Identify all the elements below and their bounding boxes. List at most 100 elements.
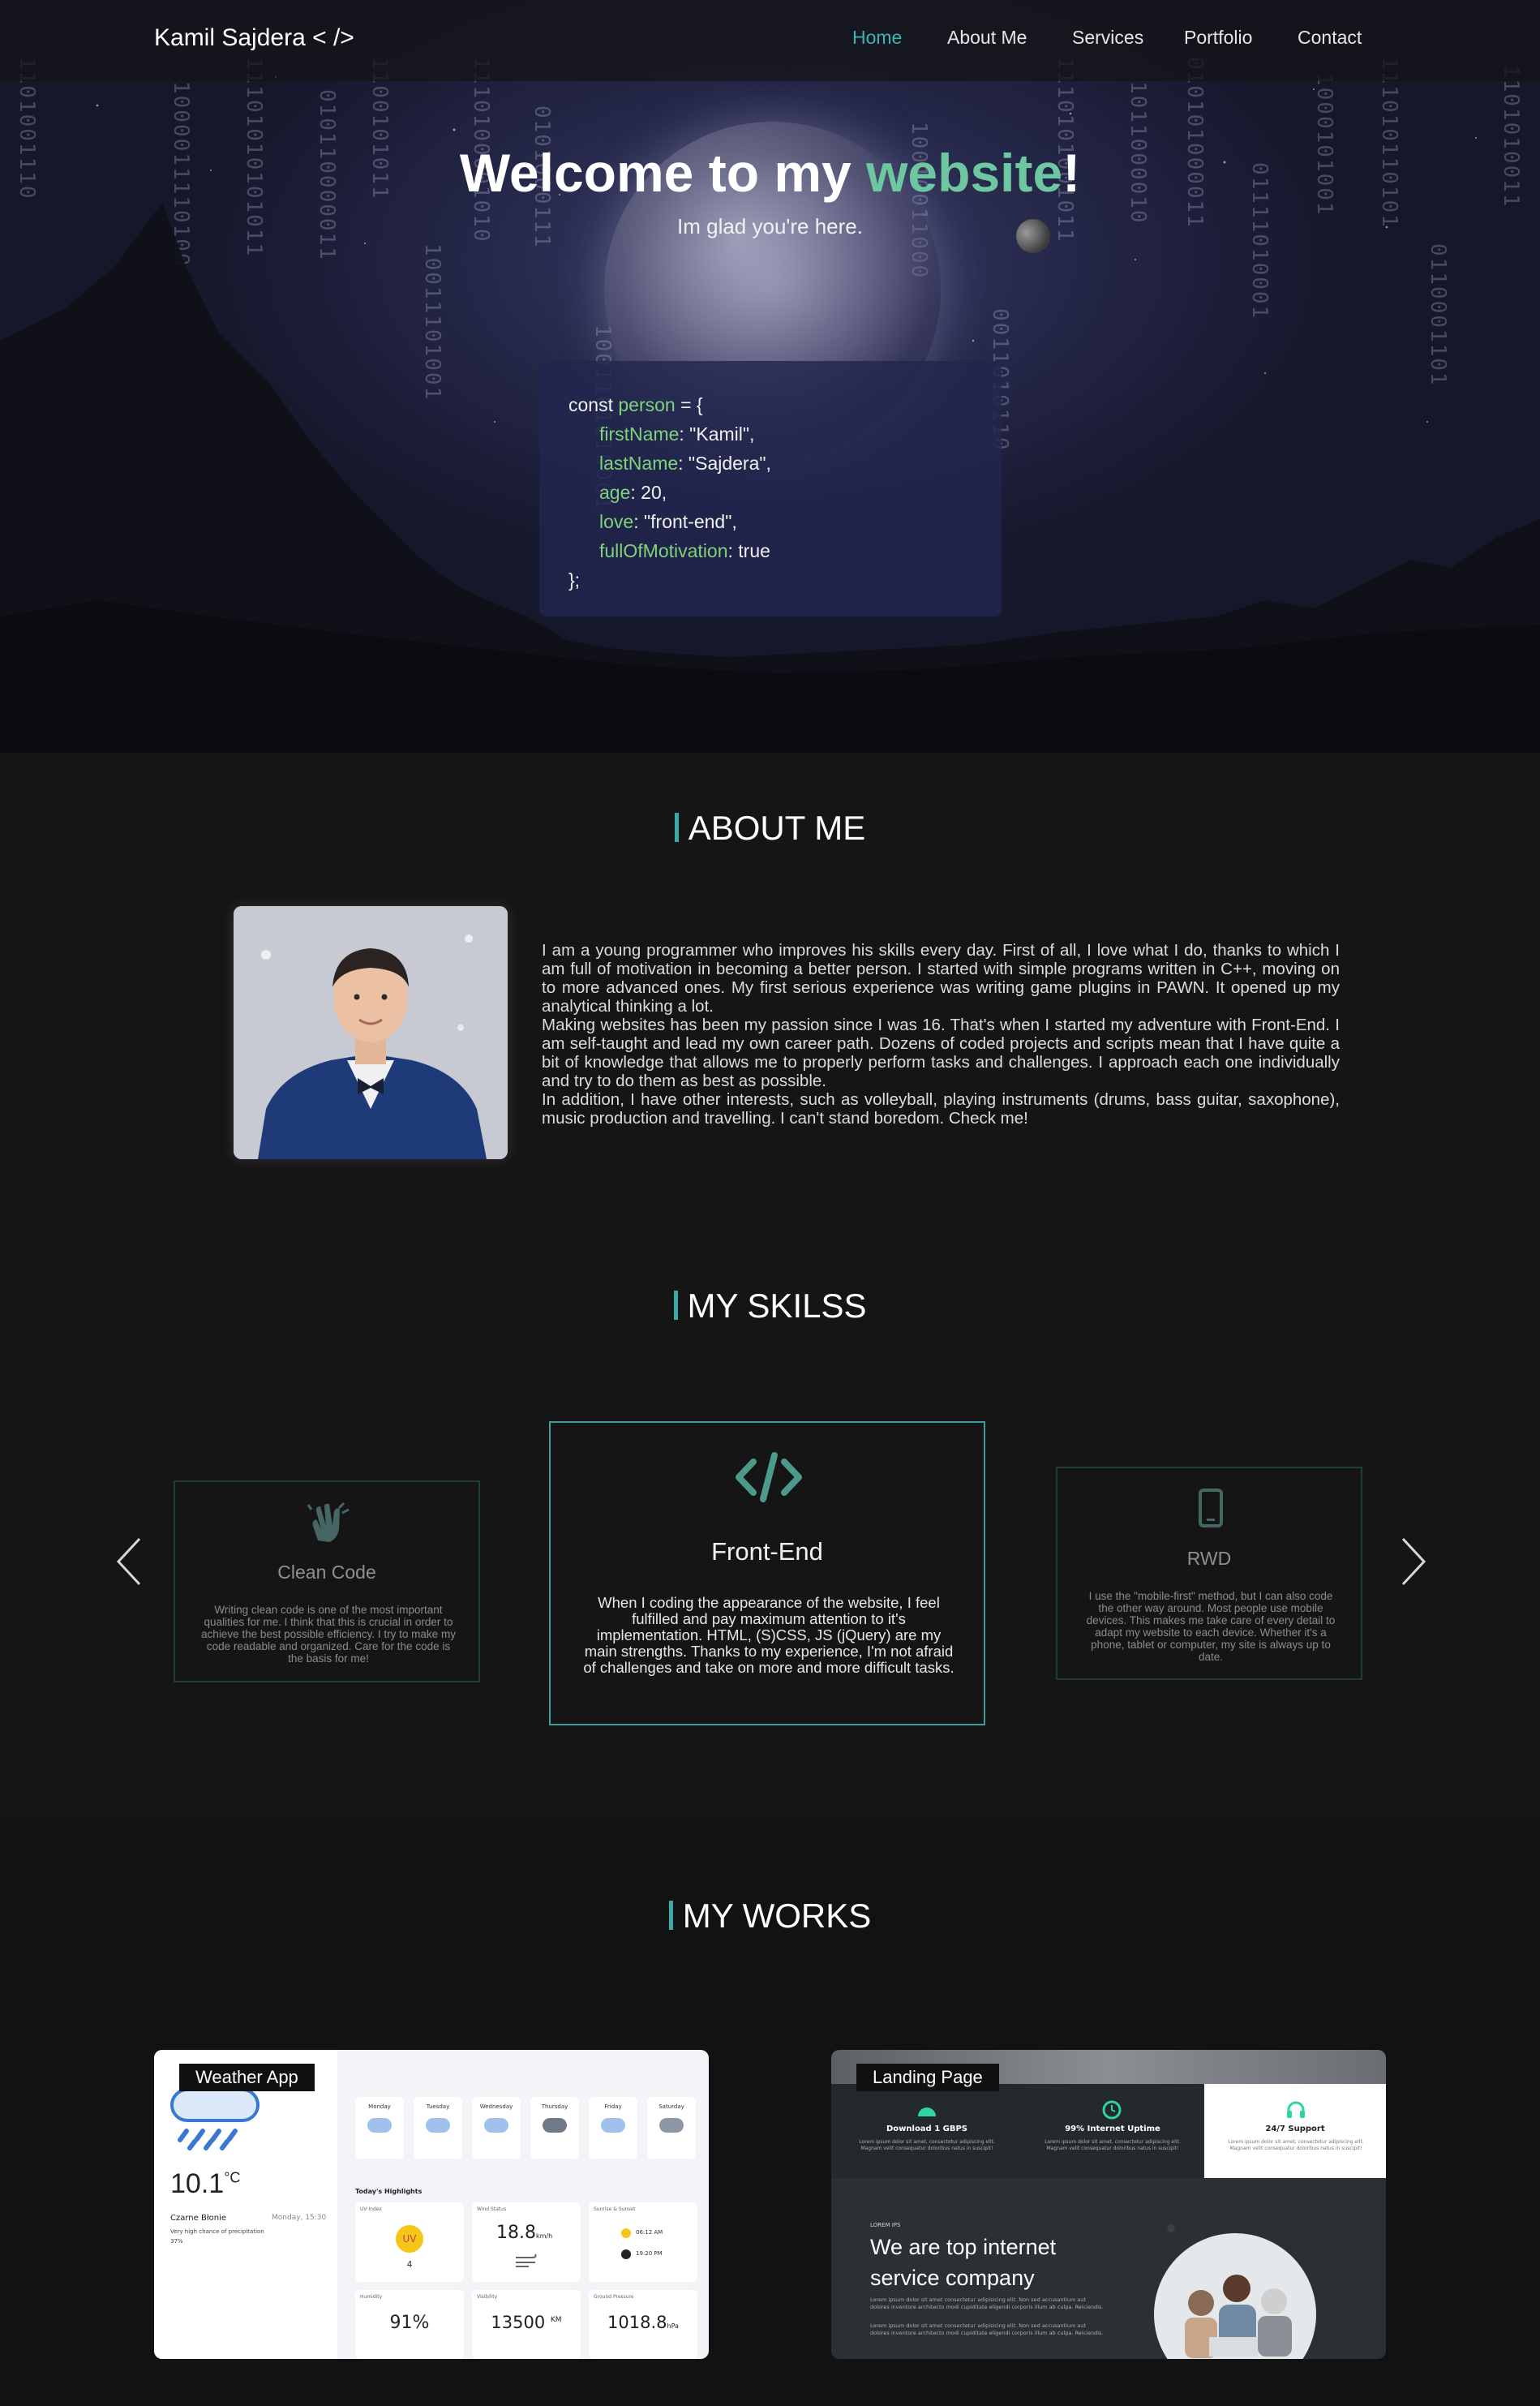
cloud-icon [367,2118,392,2133]
work-card-weather-app[interactable]: 10.1°C Czarne Błonie Monday, 15:30 Very … [154,2050,709,2359]
weather-day-card: Monday [355,2097,404,2159]
visibility-value: 13500 KM [472,2313,581,2332]
landing-headline: We are top internet service company [870,2232,1056,2293]
weather-rain-pct: 37% [170,2238,183,2245]
highlight-label: Sunrise & Sunset [594,2206,636,2212]
team-photo [1154,2233,1316,2359]
landing-body: Lorem ipsum dolor sit amet consectetur a… [870,2322,1104,2336]
code-prop-value: : "Kamil", [679,423,755,445]
landing-feature-title: 99% Internet Uptime [1065,2125,1160,2133]
headset-icon [1287,2101,1305,2118]
weather-humidity-card: Humidity 91% [355,2290,464,2359]
code-prop-key: firstName [599,423,680,445]
weather-city: Czarne Błonie [170,2214,227,2223]
hero-subtitle: Im glad you're here. [677,214,863,238]
nav-about-me[interactable]: About Me [947,27,1027,49]
clapping-hands-icon [307,1502,350,1542]
code-prop-value: : "Sajdera", [678,453,771,474]
code-keyword: const [568,394,619,415]
rain-cloud-icon [170,2088,260,2150]
nav-portfolio[interactable]: Portfolio [1184,27,1252,49]
visibility-number: 13500 [491,2313,546,2332]
cloud-icon [426,2118,450,2133]
pressure-number: 1018.8 [607,2313,667,2332]
about-title-text: ABOUT ME [688,809,866,847]
title-accent-bar [673,1291,678,1320]
landing-eyebrow: LOREM IPS [870,2222,901,2228]
visibility-unit: KM [550,2316,562,2324]
code-prop-line: age: 20, [568,478,972,507]
hero-title-suffix: ! [1062,143,1081,203]
skill-card-clean-code[interactable]: Clean Code Writing clean code is one of … [174,1480,480,1682]
navbar: Kamil Sajdera < /> Home About Me Service… [0,0,1540,81]
code-prop-key: love [599,511,634,532]
landing-feature-title: 24/7 Support [1265,2125,1325,2133]
weather-day-label: Friday [604,2103,622,2110]
carousel-next-arrow-icon[interactable] [1396,1537,1429,1586]
nav-services[interactable]: Services [1072,27,1143,49]
pressure-unit: hPa [667,2322,679,2330]
code-prop-value: : 20, [630,482,667,503]
about-text: I am a young programmer who improves his… [542,941,1340,1128]
skill-title: Clean Code [277,1562,376,1583]
title-accent-bar [668,1901,673,1930]
sunset-time: 19:20 PM [636,2250,663,2257]
about-paragraph: In addition, I have other interests, suc… [542,1090,1340,1128]
landing-feature-text: Lorem ipsum dolor sit amet, consectetur … [1228,2139,1364,2151]
highlight-label: Ground Pressure [594,2294,634,2300]
highlight-label: UV Index [360,2206,382,2212]
hero-title-prefix: Welcome to my [459,143,867,203]
works-title: MY WORKS [0,1897,1540,1936]
weather-day-card: Saturday [647,2097,696,2159]
weather-day-card: Wednesday [472,2097,521,2159]
work-label[interactable]: Landing Page [856,2064,999,2091]
weather-week: Monday Tuesday Wednesday Thursday Friday… [355,2097,696,2159]
decorative-dot [1167,2224,1175,2232]
weather-visibility-card: Visibility 13500 KM [472,2290,581,2359]
weather-day-card: Thursday [530,2097,579,2159]
work-label[interactable]: Weather App [179,2064,315,2091]
skill-desc: Writing clean code is one of the most im… [201,1604,456,1665]
code-prop-value: : "front-end", [633,511,737,532]
about-paragraph: I am a young programmer who improves his… [542,941,1340,1016]
weather-wind-card: Wind Status 18.8km/h [472,2202,581,2282]
weather-day-label: Thursday [541,2103,568,2110]
landing-headline-line: service company [870,2266,1035,2290]
brand-logo[interactable]: Kamil Sajdera < /> [154,24,354,52]
carousel-prev-arrow-icon[interactable] [114,1537,146,1586]
weather-rain-note: Very high chance of precipitation [170,2228,264,2235]
profile-photo-graphic [234,906,508,1159]
code-operator: = { [675,394,703,415]
nav-contact[interactable]: Contact [1298,27,1362,49]
clock-icon [1102,2100,1122,2120]
humidity-value: 91% [389,2313,430,2333]
storm-cloud-icon [543,2118,567,2133]
landing-feature-title: Download 1 GBPS [886,2125,967,2133]
cloud-icon [601,2118,625,2133]
nav-home[interactable]: Home [852,27,902,49]
landing-feature: 24/7 Support Lorem ipsum dolor sit amet,… [1204,2084,1386,2178]
speedometer-icon [918,2107,936,2116]
weather-temp-value: 10.1 [170,2168,225,2199]
uv-sun-icon: UV [396,2225,423,2253]
weather-pressure-card: Ground Pressure 1018.8hPa [589,2290,697,2359]
weather-day-label: Monday [368,2103,391,2110]
weather-sun-card: Sunrise & Sunset 06:12 AM 19:20 PM [589,2202,697,2282]
weather-day-card: Friday [589,2097,637,2159]
code-prop-value: : true [727,540,770,561]
highlight-label: Humidity [360,2294,383,2300]
hero-title: Welcome to my website! [0,142,1540,204]
highlight-label: Wind Status [477,2206,507,2212]
skill-card-rwd[interactable]: RWD I use the "mobile-first" method, but… [1056,1467,1362,1680]
landing-feature-text: Lorem ipsum dolor sit amet, consectetur … [859,2139,995,2151]
code-line-close: }; [568,569,581,591]
skill-card-front-end[interactable]: Front-End When I coding the appearance o… [549,1421,985,1725]
landing-body: Lorem ipsum dolor sit amet consectetur a… [870,2296,1104,2310]
about-title: ABOUT ME [0,809,1540,848]
weather-day-label: Saturday [658,2103,684,2110]
wind-unit: km/h [535,2232,553,2240]
skill-desc: When I coding the appearance of the webs… [583,1594,954,1676]
skill-title: RWD [1186,1548,1232,1569]
wind-value: 18.8km/h [496,2223,552,2243]
work-card-landing-page[interactable]: Download 1 GBPS Lorem ipsum dolor sit am… [831,2050,1386,2359]
